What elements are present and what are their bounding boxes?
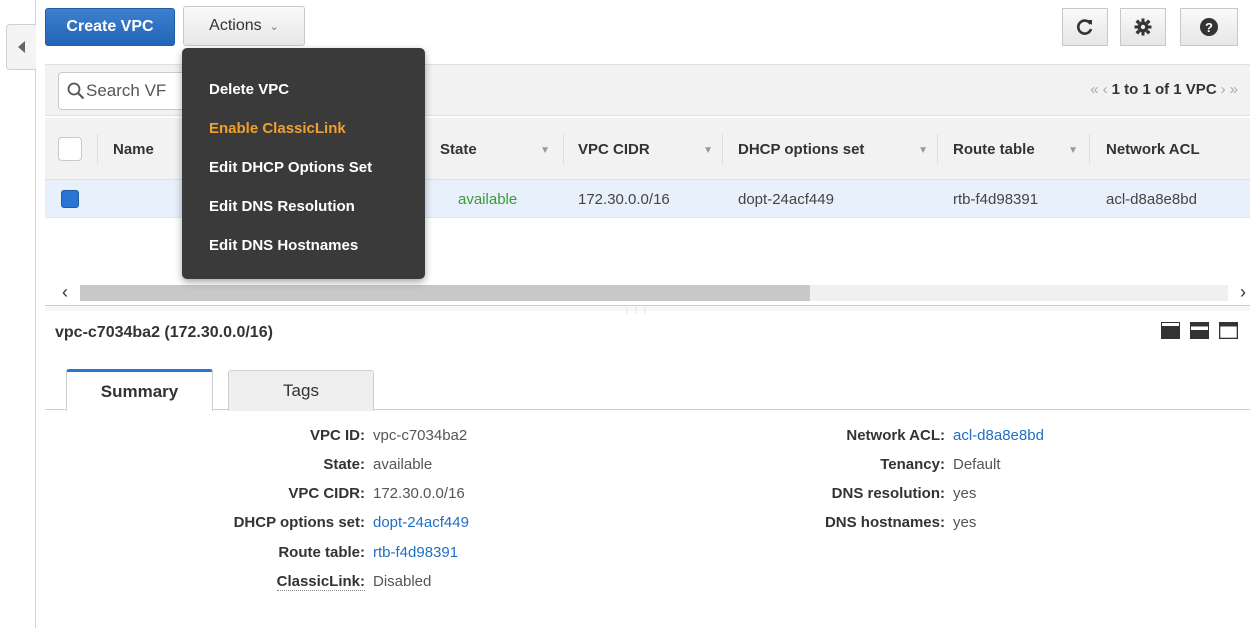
menu-item-edit-dhcp-options[interactable]: Edit DHCP Options Set	[182, 148, 425, 187]
network-acl-link[interactable]: acl-d8a8e8bd	[953, 427, 1044, 444]
menu-item-delete-vpc[interactable]: Delete VPC	[182, 70, 425, 109]
route-table-link[interactable]: rtb-f4d98391	[373, 544, 458, 561]
menu-item-edit-dns-resolution[interactable]: Edit DNS Resolution	[182, 187, 425, 226]
detail-vpc-cidr: VPC CIDR: 172.30.0.0/16	[288, 485, 465, 502]
pager-count: 1 to 1 of 1 VPC	[1111, 81, 1217, 98]
scroll-right-icon[interactable]: ›	[1240, 282, 1246, 303]
actions-button[interactable]: Actions ⌄	[183, 6, 305, 46]
pane-splitter[interactable]: ⋮⋮⋮	[45, 305, 1250, 315]
horizontal-scrollbar[interactable]: ‹ ›	[58, 282, 1250, 303]
scrollbar-thumb[interactable]	[80, 285, 810, 301]
refresh-button[interactable]	[1062, 8, 1108, 46]
search-text: Search VF	[86, 81, 167, 100]
column-separator	[722, 134, 723, 164]
pagination: « ‹ 1 to 1 of 1 VPC › »	[1090, 81, 1238, 98]
help-icon: ?	[1200, 18, 1218, 36]
detail-network-acl: Network ACL: acl-d8a8e8bd	[846, 427, 1044, 444]
search-input[interactable]: Search VF	[58, 72, 198, 110]
first-page-icon[interactable]: «	[1090, 81, 1098, 98]
layout-split-icon[interactable]	[1190, 322, 1209, 339]
next-page-icon[interactable]: ›	[1221, 81, 1226, 98]
layout-toggles	[1161, 322, 1238, 339]
column-separator	[97, 134, 98, 164]
detail-tenancy: Tenancy: Default	[880, 456, 1001, 473]
svg-text:?: ?	[1205, 20, 1213, 35]
detail-dhcp-options: DHCP options set: dopt-24acf449	[233, 514, 469, 531]
layout-top-icon[interactable]	[1219, 322, 1238, 339]
column-network-acl[interactable]: Network ACL	[1106, 118, 1246, 180]
collapse-sidebar-toggle[interactable]	[6, 24, 36, 70]
layout-bottom-icon[interactable]	[1161, 322, 1180, 339]
dhcp-options-link[interactable]: dopt-24acf449	[373, 514, 469, 531]
create-vpc-button[interactable]: Create VPC	[45, 8, 175, 46]
scroll-left-icon[interactable]: ‹	[62, 282, 68, 303]
actions-label: Actions	[209, 17, 262, 34]
column-name[interactable]: Name	[113, 118, 193, 180]
refresh-icon	[1077, 19, 1093, 35]
column-dhcp-options[interactable]: DHCP options set ▼	[738, 118, 938, 180]
detail-tabs: Summary Tags	[45, 368, 1250, 411]
column-route-table[interactable]: Route table ▼	[953, 118, 1088, 180]
detail-vpc-id: VPC ID: vpc-c7034ba2	[309, 427, 468, 444]
detail-route-table: Route table: rtb-f4d98391	[278, 544, 459, 561]
tab-summary[interactable]: Summary	[66, 369, 213, 411]
actions-menu: Delete VPC Enable ClassicLink Edit DHCP …	[182, 48, 425, 279]
detail-dns-hostnames: DNS hostnames: yes	[824, 514, 977, 531]
cell-network-acl: acl-d8a8e8bd	[1106, 190, 1197, 208]
cell-route-table: rtb-f4d98391	[953, 190, 1039, 208]
cell-state: available	[458, 190, 518, 208]
help-button[interactable]: ?	[1180, 8, 1238, 46]
drag-handle-icon[interactable]: ⋮⋮⋮	[623, 306, 650, 315]
chevron-down-icon: ⌄	[269, 20, 279, 33]
detail-state: State: available	[323, 456, 433, 473]
settings-button[interactable]	[1120, 8, 1166, 46]
detail-classiclink: ClassicLink: Disabled	[276, 573, 432, 591]
row-checkbox[interactable]	[61, 190, 79, 208]
prev-page-icon[interactable]: ‹	[1103, 81, 1108, 98]
last-page-icon[interactable]: »	[1230, 81, 1238, 98]
gear-icon	[1134, 18, 1152, 36]
detail-title: vpc-c7034ba2 (172.30.0.0/16)	[55, 324, 273, 341]
column-separator	[937, 134, 938, 164]
cell-dhcp-options: dopt-24acf449	[738, 190, 834, 208]
menu-item-edit-dns-hostnames[interactable]: Edit DNS Hostnames	[182, 226, 425, 265]
column-vpc-cidr[interactable]: VPC CIDR ▼	[578, 118, 723, 180]
search-icon	[67, 82, 85, 100]
chevron-left-icon	[17, 41, 25, 53]
tab-tags[interactable]: Tags	[228, 370, 374, 411]
column-separator	[1089, 134, 1090, 164]
detail-dns-resolution: DNS resolution: yes	[831, 485, 977, 502]
column-separator	[563, 134, 564, 164]
menu-item-enable-classiclink[interactable]: Enable ClassicLink	[182, 109, 425, 148]
column-state-label	[463, 118, 578, 180]
left-panel-edge	[0, 0, 36, 628]
select-all-checkbox[interactable]	[58, 137, 82, 161]
cell-vpc-cidr: 172.30.0.0/16	[578, 190, 670, 208]
